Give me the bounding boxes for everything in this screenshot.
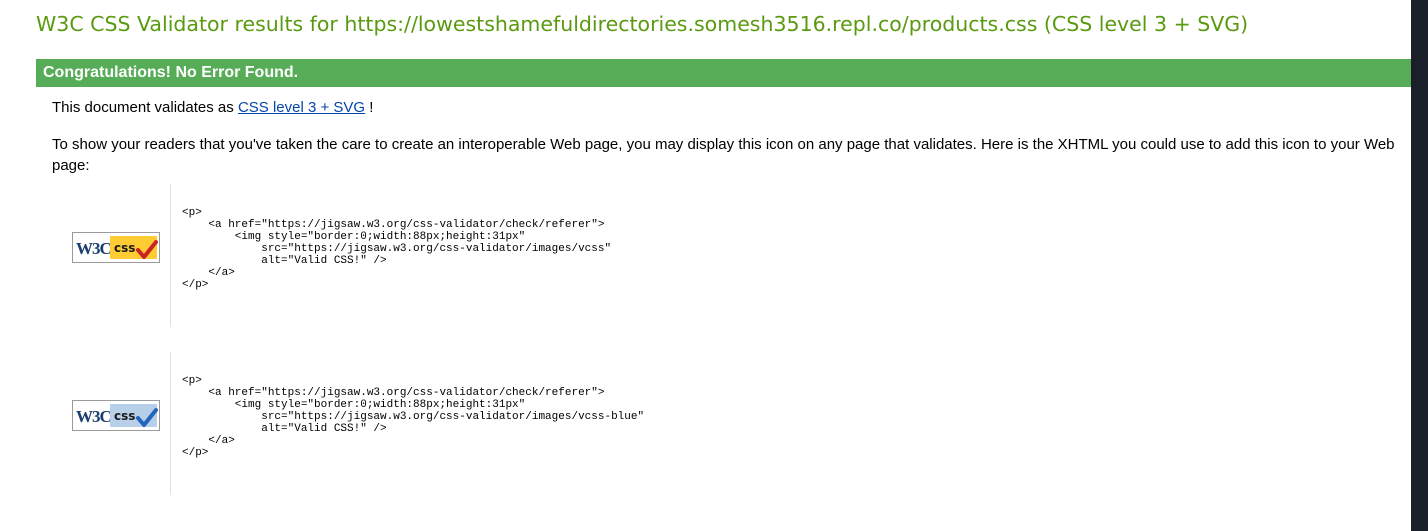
badge-w3c-text: W3C bbox=[76, 407, 111, 426]
badge-w3c-text: W3C bbox=[76, 239, 111, 258]
xhtml-snippet: <p> <a href="https://jigsaw.w3.org/css-v… bbox=[182, 375, 645, 459]
badge-row-blue: W3C css <p> <a href="https://jigsaw.w3.o… bbox=[52, 352, 1352, 502]
valid-css-badge-gold[interactable]: W3C css bbox=[72, 232, 160, 263]
window-edge bbox=[1411, 0, 1428, 531]
validates-text: This document validates as bbox=[52, 99, 238, 116]
validates-paragraph: This document validates as CSS level 3 +… bbox=[52, 97, 373, 118]
icon-info-paragraph: To show your readers that you've taken t… bbox=[52, 136, 1395, 174]
badge-row-gold: W3C css <p> <a href="https://jigsaw.w3.o… bbox=[52, 184, 1352, 334]
badge-css-text: css bbox=[114, 241, 135, 255]
divider-line bbox=[170, 352, 171, 495]
badge-css-text: css bbox=[114, 409, 135, 423]
valid-css-badge-blue[interactable]: W3C css bbox=[72, 400, 160, 431]
validator-page: W3C CSS Validator results for https://lo… bbox=[0, 0, 1411, 531]
xhtml-snippet: <p> <a href="https://jigsaw.w3.org/css-v… bbox=[182, 207, 612, 291]
css-level-link[interactable]: CSS level 3 + SVG bbox=[238, 99, 365, 116]
congratulations-banner: Congratulations! No Error Found. bbox=[36, 59, 1411, 87]
divider-line bbox=[170, 184, 171, 327]
validates-suffix: ! bbox=[365, 99, 374, 116]
page-title: W3C CSS Validator results for https://lo… bbox=[36, 12, 1249, 36]
